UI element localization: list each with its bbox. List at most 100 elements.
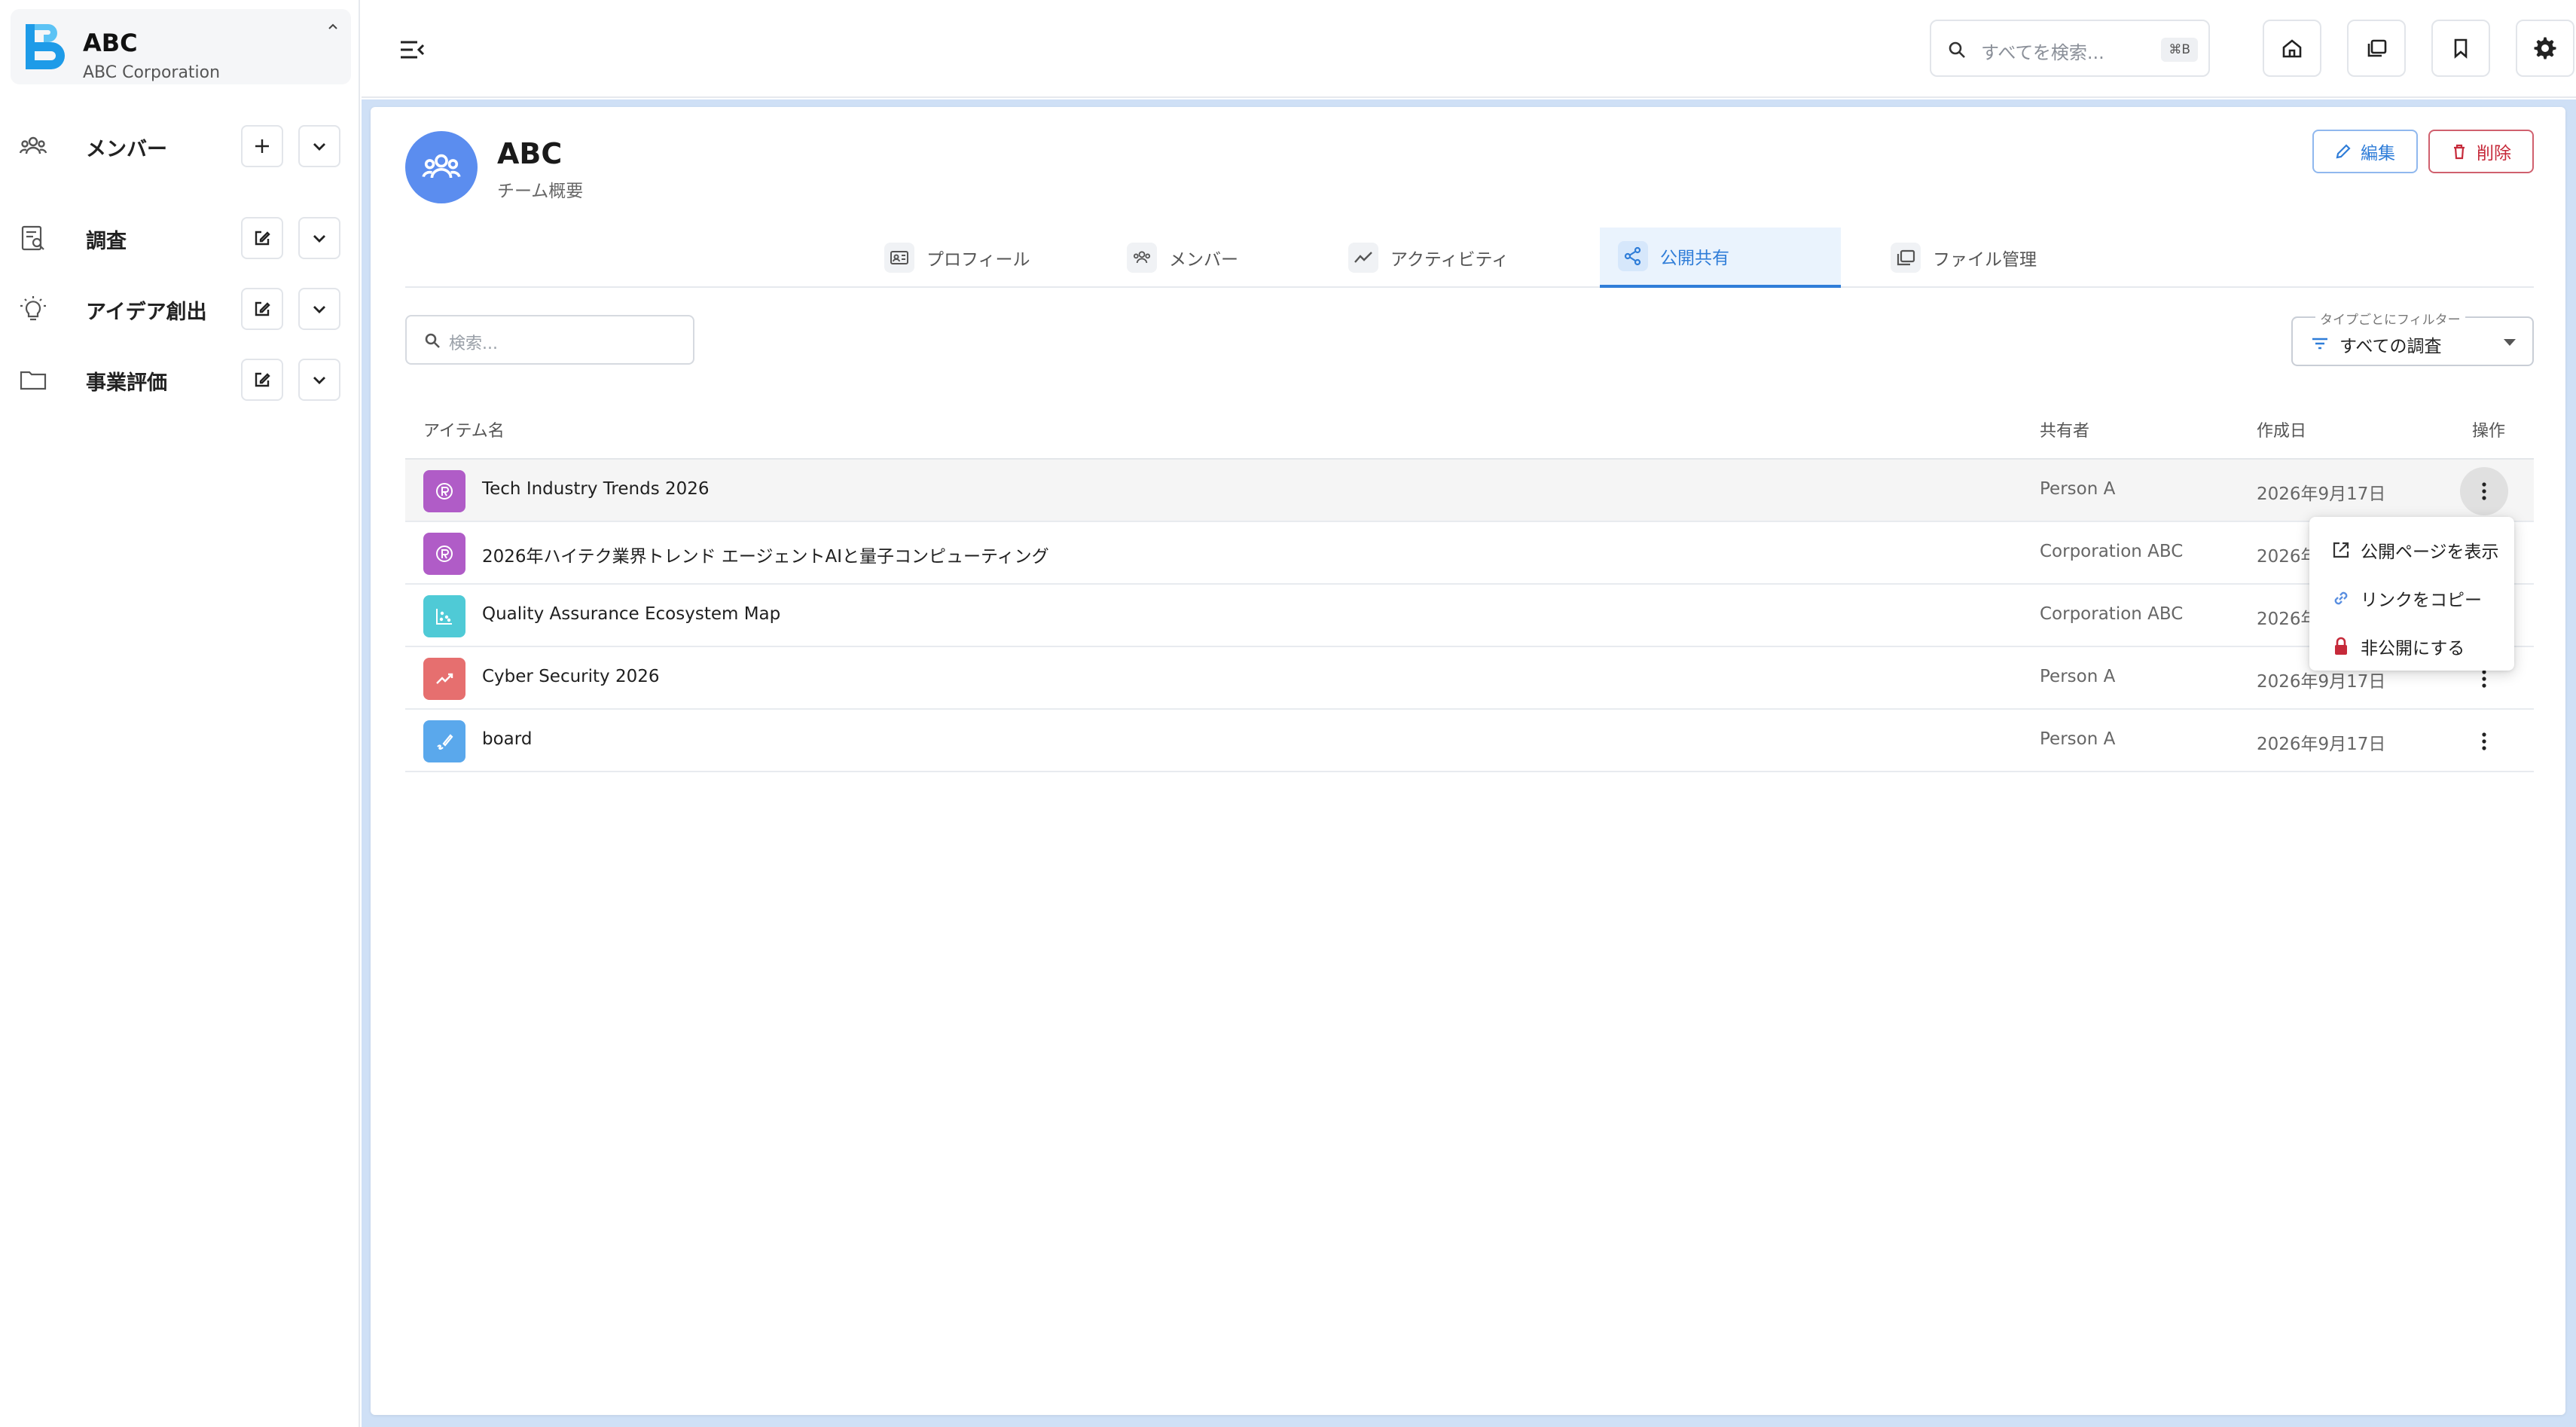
search-placeholder: 検索... [449,335,498,353]
chevron-up-icon[interactable] [325,20,340,35]
sidebar-item-ideation[interactable]: アイデア創出 [0,282,360,330]
expand-button[interactable] [298,359,340,401]
home-button[interactable] [2263,20,2321,77]
item-name: board [482,729,533,749]
item-date: 2026年9月17日 [2257,735,2386,754]
shortcut-badge: ⌘B [2161,38,2198,62]
collections-icon [2365,37,2388,60]
expand-button[interactable] [298,125,340,167]
column-header-sharer: 共有者 [2040,422,2090,441]
edit-button[interactable] [241,217,283,259]
shared-items-table: アイテム名 共有者 作成日 操作 Tech Industry Trends 20… [405,399,2534,772]
item-date: 2026年9月17日 [2257,484,2386,504]
filter-label: タイプごとにフィルター [2315,309,2465,328]
trash-icon [2451,143,2468,160]
trend-icon [423,658,465,700]
item-sharer: Corporation ABC [2040,542,2184,561]
open-external-icon [2330,539,2352,561]
search-placeholder: すべてを検索... [1981,42,2104,63]
more-vertical-icon [2481,481,2487,501]
brand-logo-icon [21,20,75,74]
tab-members[interactable]: メンバー [1109,228,1256,288]
delete-button[interactable]: 削除 [2428,130,2534,173]
gear-icon [2533,36,2557,60]
tab-file-management[interactable]: ファイル管理 [1872,228,2055,288]
report-icon [423,533,465,575]
filter-icon [2309,333,2330,354]
team-avatar [405,131,478,203]
item-sharer: Person A [2040,479,2116,499]
top-bar: すべてを検索... ⌘B [362,0,2576,98]
scatter-chart-icon [423,595,465,637]
sidebar-item-label: 事業評価 [86,371,167,395]
profile-card-icon [884,243,914,273]
row-context-menu: 公開ページを表示 リンクをコピー 非公開にする [2309,517,2514,671]
tab-public-share[interactable]: 公開共有 [1600,228,1841,288]
edit-button[interactable]: 編集 [2312,130,2418,173]
delete-label: 削除 [2477,144,2511,163]
table-row[interactable]: board Person A 2026年9月17日 [405,710,2534,772]
org-name: ABC [83,29,138,57]
tab-label: プロフィール [926,250,1030,270]
table-row[interactable]: Quality Assurance Ecosystem Map Corporat… [405,585,2534,647]
settings-button[interactable] [2516,20,2574,77]
type-filter-select[interactable]: タイプごとにフィルター すべての調査 [2291,309,2534,366]
item-name: Quality Assurance Ecosystem Map [482,604,781,624]
sidebar: ABC ABC Corporation メンバー 調査 アイデア創出 事業評価 [0,0,360,1427]
tab-label: 公開共有 [1660,249,1729,268]
sidebar-item-label: メンバー [86,138,167,161]
draw-icon [423,720,465,762]
item-name: 2026年ハイテク業界トレンド エージェントAIと量子コンピューティング [482,547,1049,567]
table-row[interactable]: 2026年ハイテク業界トレンド エージェントAIと量子コンピューティング Cor… [405,522,2534,585]
edit-button[interactable] [241,359,283,401]
org-switcher[interactable]: ABC ABC Corporation [11,9,351,84]
expand-button[interactable] [298,217,340,259]
share-icon [1618,241,1648,271]
search-icon [423,332,441,350]
group-icon [1127,243,1157,273]
table-row[interactable]: Tech Industry Trends 2026 Person A 2026年… [405,460,2534,522]
table-header: アイテム名 共有者 作成日 操作 [405,399,2534,460]
column-header-name: アイテム名 [423,422,505,441]
home-icon [2281,37,2303,60]
item-sharer: Person A [2040,667,2116,686]
sidebar-item-research[interactable]: 調査 [0,211,360,259]
column-header-date: 作成日 [2257,422,2307,441]
tab-bar: プロフィール メンバー アクティビティ 公開共有 ファイル管理 [405,228,2534,288]
sidebar-item-label: 調査 [86,230,127,253]
tab-label: アクティビティ [1390,250,1509,270]
collapse-menu-icon[interactable] [395,33,428,66]
menu-item-label: リンクをコピー [2361,591,2482,610]
item-sharer: Person A [2040,729,2116,749]
menu-item-make-private[interactable]: 非公開にする [2309,622,2514,671]
sidebar-item-business-evaluation[interactable]: 事業評価 [0,353,360,401]
more-options-button[interactable] [2460,467,2508,515]
global-search-input[interactable]: すべてを検索... ⌘B [1930,20,2210,77]
column-header-actions: 操作 [2472,422,2506,441]
add-member-button[interactable] [241,125,283,167]
sidebar-item-members[interactable]: メンバー [0,119,360,167]
tab-activity[interactable]: アクティビティ [1330,228,1527,288]
collections-button[interactable] [2347,20,2406,77]
menu-item-view-public-page[interactable]: 公開ページを表示 [2309,526,2514,574]
dropdown-arrow-icon [2504,339,2516,346]
menu-item-copy-link[interactable]: リンクをコピー [2309,574,2514,622]
link-icon [2330,588,2352,609]
expand-button[interactable] [298,288,340,330]
item-date: 2026年9月17日 [2257,672,2386,692]
list-search-input[interactable]: 検索... [405,315,694,365]
bookmark-icon [2449,37,2472,60]
item-sharer: Corporation ABC [2040,604,2184,624]
tab-profile[interactable]: プロフィール [866,228,1048,288]
table-row[interactable]: Cyber Security 2026 Person A 2026年9月17日 [405,647,2534,710]
bookmark-button[interactable] [2431,20,2490,77]
more-options-button[interactable] [2460,717,2508,765]
search-icon [1946,39,1967,60]
item-name: Tech Industry Trends 2026 [482,479,710,499]
lock-icon [2330,636,2352,657]
more-vertical-icon [2481,732,2487,751]
item-name: Cyber Security 2026 [482,667,660,686]
folder-icon [18,365,48,395]
activity-icon [1348,243,1378,273]
edit-button[interactable] [241,288,283,330]
